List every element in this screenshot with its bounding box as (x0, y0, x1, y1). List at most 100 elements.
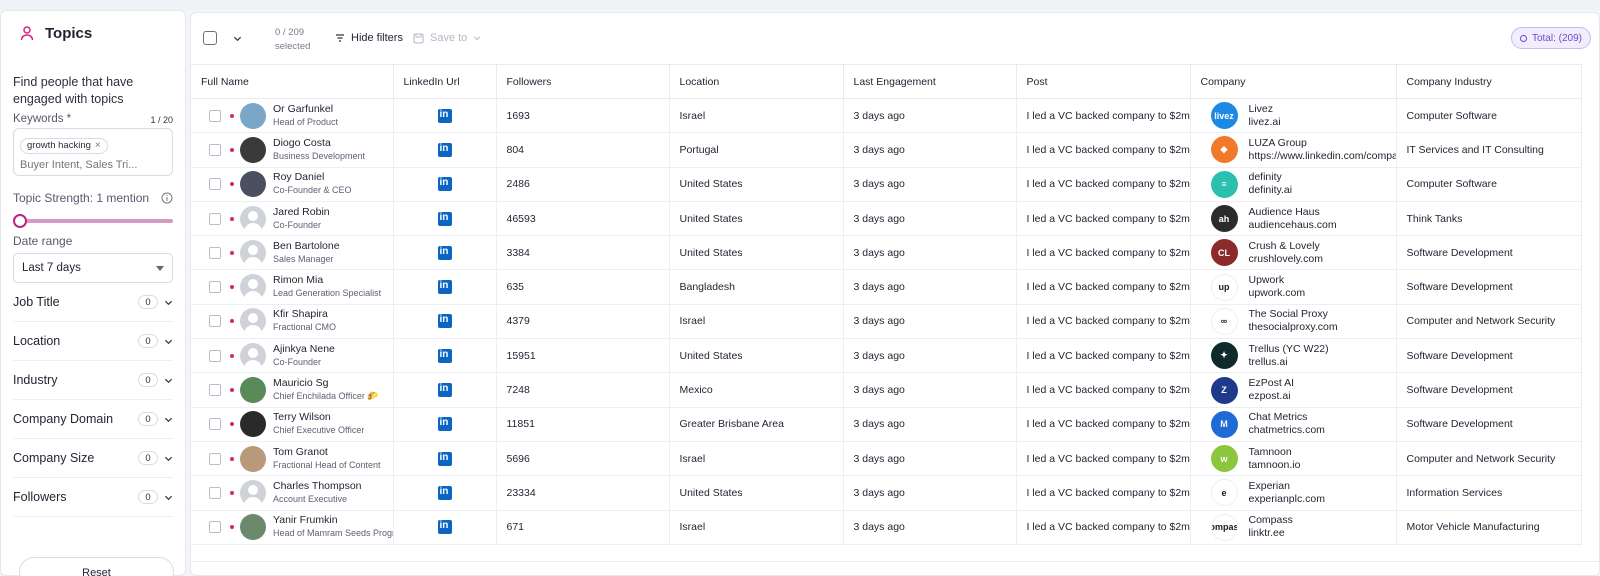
company-site[interactable]: audiencehaus.com (1249, 219, 1337, 232)
row-checkbox[interactable] (209, 486, 221, 499)
table-row[interactable]: Roy DanielCo-Founder & CEO 2486United Sta… (191, 167, 1582, 202)
table-row[interactable]: Tom GranotFractional Head of Content 5696… (191, 441, 1582, 477)
info-icon[interactable] (161, 192, 173, 204)
company-site[interactable]: chatmetrics.com (1249, 424, 1325, 437)
linkedin-icon[interactable] (437, 520, 452, 535)
chevron-down-icon[interactable] (164, 493, 173, 502)
linkedin-icon[interactable] (437, 142, 452, 157)
hide-filters-button[interactable]: Hide filters (335, 32, 403, 44)
linkedin-icon[interactable] (437, 451, 452, 466)
select-all-checkbox[interactable] (203, 31, 217, 45)
row-checkbox[interactable] (209, 418, 221, 431)
table-row[interactable]: Jared RobinCo-Founder 46593United States3… (191, 201, 1582, 237)
company-site[interactable]: upwork.com (1249, 287, 1306, 300)
filter-followers[interactable]: Followers 0 (13, 478, 173, 517)
company-site[interactable]: definity.ai (1249, 184, 1293, 197)
person-name[interactable]: Mauricio Sg (273, 377, 379, 390)
company-site[interactable]: crushlovely.com (1249, 253, 1324, 266)
person-name[interactable]: Terry Wilson (273, 411, 364, 424)
date-range-select[interactable]: Last 7 days (13, 253, 173, 283)
chevron-down-icon[interactable] (164, 454, 173, 463)
company-site[interactable]: tamnoon.io (1249, 459, 1301, 472)
cell-post[interactable]: I led a VC backed company to $2m (1016, 167, 1191, 202)
row-checkbox[interactable] (209, 281, 221, 294)
person-name[interactable]: Jared Robin (273, 206, 330, 219)
filter-location[interactable]: Location 0 (13, 322, 173, 361)
linkedin-icon[interactable] (437, 485, 452, 500)
cell-post[interactable]: I led a VC backed company to $2m (1016, 269, 1191, 305)
company-name[interactable]: The Social Proxy (1249, 308, 1338, 321)
column-header-post[interactable]: Post (1016, 64, 1191, 99)
filter-job-title[interactable]: Job Title 0 (13, 283, 173, 322)
keywords-input[interactable] (20, 158, 166, 171)
cell-post[interactable]: I led a VC backed company to $2m (1016, 510, 1191, 545)
company-name[interactable]: Chat Metrics (1249, 411, 1325, 424)
table-row[interactable]: Charles ThompsonAccount Executive 23334Un… (191, 475, 1582, 511)
cell-post[interactable]: I led a VC backed company to $2m (1016, 372, 1191, 408)
table-row[interactable]: Yanir Frumkin Head of Mamram Seeds Progra… (191, 510, 1582, 545)
filter-company-size[interactable]: Company Size 0 (13, 439, 173, 478)
linkedin-icon[interactable] (437, 314, 452, 329)
table-row[interactable]: Terry WilsonChief Executive Officer 11851… (191, 407, 1582, 442)
cell-post[interactable]: I led a VC backed company to $2m (1016, 338, 1191, 374)
person-name[interactable]: Or Garfunkel (273, 103, 338, 116)
row-checkbox[interactable] (209, 212, 221, 225)
company-site[interactable]: trellus.ai (1249, 356, 1329, 369)
company-name[interactable]: Compass (1249, 514, 1293, 527)
company-name[interactable]: EzPost AI (1249, 377, 1295, 390)
column-header-last-engagement[interactable]: Last Engagement (843, 64, 1017, 99)
linkedin-icon[interactable] (437, 211, 452, 226)
table-row[interactable]: Ajinkya NeneCo-Founder 15951United States… (191, 338, 1582, 374)
company-name[interactable]: Livez (1249, 103, 1281, 116)
save-to-button[interactable]: Save to (413, 32, 481, 44)
column-header-company[interactable]: Company (1190, 64, 1397, 99)
company-site[interactable]: linktr.ee (1249, 527, 1293, 540)
linkedin-icon[interactable] (437, 245, 452, 260)
company-name[interactable]: Crush & Lovely (1249, 240, 1324, 253)
filter-company-domain[interactable]: Company Domain 0 (13, 400, 173, 439)
table-row[interactable]: Diogo CostaBusiness Development 804Portug… (191, 132, 1582, 168)
reset-button[interactable]: Reset (19, 557, 174, 576)
cell-post[interactable]: I led a VC backed company to $2m (1016, 201, 1191, 237)
row-checkbox[interactable] (209, 349, 221, 362)
chevron-down-icon[interactable] (164, 298, 173, 307)
cell-post[interactable]: I led a VC backed company to $2m (1016, 132, 1191, 168)
company-name[interactable]: definity (1249, 171, 1293, 184)
linkedin-icon[interactable] (437, 348, 452, 363)
row-checkbox[interactable] (209, 452, 221, 465)
company-name[interactable]: LUZA Group (1249, 137, 1396, 150)
cell-post[interactable]: I led a VC backed company to $2m (1016, 304, 1191, 340)
person-name[interactable]: Ajinkya Nene (273, 343, 335, 356)
company-name[interactable]: Tamnoon (1249, 446, 1301, 459)
filter-industry[interactable]: Industry 0 (13, 361, 173, 400)
table-row[interactable]: Mauricio SgChief Enchilada Officer 🌮 7248… (191, 372, 1582, 408)
column-header-followers[interactable]: Followers (496, 64, 670, 99)
cell-post[interactable]: I led a VC backed company to $2m (1016, 475, 1191, 511)
chevron-down-icon[interactable] (233, 34, 242, 43)
chevron-down-icon[interactable] (164, 415, 173, 424)
company-site[interactable]: thesocialproxy.com (1249, 321, 1338, 334)
table-row[interactable]: Kfir ShapiraFractional CMO 4379Israel3 da… (191, 304, 1582, 340)
company-site[interactable]: livez.ai (1249, 116, 1281, 129)
company-name[interactable]: Trellus (YC W22) (1249, 343, 1329, 356)
cell-post[interactable]: I led a VC backed company to $2m (1016, 441, 1191, 477)
row-checkbox[interactable] (209, 109, 221, 122)
row-checkbox[interactable] (209, 315, 221, 328)
linkedin-icon[interactable] (437, 417, 452, 432)
linkedin-icon[interactable] (437, 280, 452, 295)
column-header-location[interactable]: Location (669, 64, 844, 99)
table-row[interactable]: Rimon MiaLead Generation Specialist 635Ba… (191, 269, 1582, 305)
chevron-down-icon[interactable] (164, 376, 173, 385)
company-name[interactable]: Upwork (1249, 274, 1306, 287)
person-name[interactable]: Tom Granot (273, 446, 381, 459)
slider-thumb[interactable] (13, 214, 27, 228)
company-site[interactable]: experianplc.com (1249, 493, 1325, 506)
company-site[interactable]: https://www.linkedin.com/company (1249, 150, 1396, 163)
company-site[interactable]: ezpost.ai (1249, 390, 1295, 403)
person-name[interactable]: Rimon Mia (273, 274, 381, 287)
chevron-down-icon[interactable] (164, 337, 173, 346)
table-row[interactable]: Ben BartoloneSales Manager 3384United Sta… (191, 235, 1582, 271)
row-checkbox[interactable] (209, 178, 221, 191)
person-name[interactable]: Diogo Costa (273, 137, 365, 150)
company-name[interactable]: Audience Haus (1249, 206, 1337, 219)
